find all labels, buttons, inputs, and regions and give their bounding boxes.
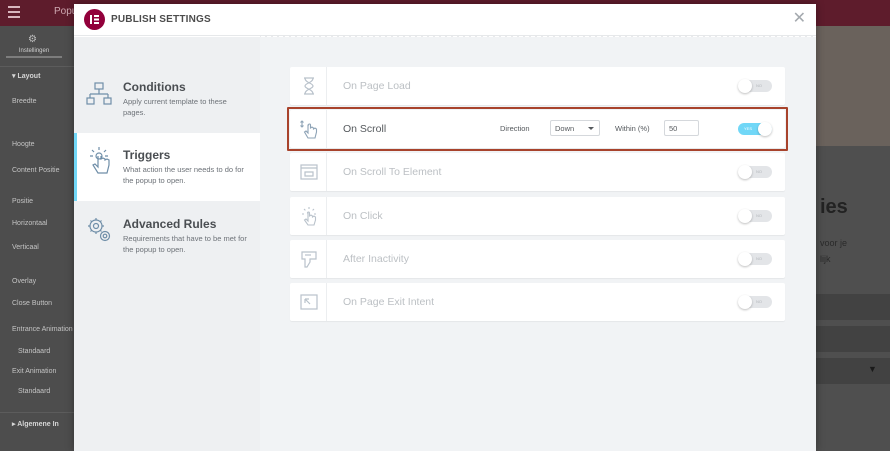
settings-tab[interactable]: Instellingen bbox=[6, 32, 62, 58]
trigger-row-on-scroll-to-element: On Scroll To Element NO bbox=[290, 153, 785, 191]
triggers-panel: On Page Load NO On Scroll Direction Down… bbox=[260, 37, 816, 451]
within-percent-input[interactable]: 50 bbox=[664, 120, 699, 136]
close-icon[interactable]: ✕ bbox=[793, 10, 806, 28]
toggle-state: NO bbox=[756, 299, 762, 304]
toggle-knob bbox=[738, 295, 752, 309]
panel-section-layout-label: Layout bbox=[17, 73, 41, 80]
publish-settings-modal: PUBLISH SETTINGS ✕ Conditions Apply curr… bbox=[74, 4, 816, 451]
trigger-icon-cell bbox=[290, 153, 327, 191]
trigger-label: On Scroll To Element bbox=[343, 166, 442, 178]
trigger-icon-cell bbox=[290, 67, 327, 105]
trigger-row-on-page-load: On Page Load NO bbox=[290, 67, 785, 105]
trigger-label: On Page Load bbox=[343, 80, 411, 92]
direction-select-value: Down bbox=[555, 124, 575, 133]
trigger-icon-cell bbox=[290, 240, 327, 278]
trigger-label: On Scroll bbox=[343, 123, 387, 135]
toggle-state: NO bbox=[756, 169, 762, 174]
preview-form-field bbox=[816, 326, 890, 352]
panel-row: Standaard bbox=[18, 388, 51, 395]
toggle-state: NO bbox=[756, 256, 762, 261]
trigger-row-after-inactivity: After Inactivity NO bbox=[290, 240, 785, 278]
panel-section-general[interactable]: ▸ Algemene In bbox=[12, 420, 59, 428]
trigger-toggle[interactable]: NO bbox=[738, 165, 772, 179]
trigger-icon-cell bbox=[290, 110, 327, 148]
trigger-toggle[interactable]: NO bbox=[738, 79, 772, 93]
preview-text: lijk bbox=[820, 254, 831, 264]
preview-text: voor je bbox=[820, 238, 848, 248]
sitemap-icon bbox=[86, 82, 112, 105]
panel-row: Verticaal bbox=[12, 244, 39, 251]
toggle-knob bbox=[738, 165, 752, 179]
panel-row: Standaard bbox=[18, 348, 51, 355]
panel-divider bbox=[0, 66, 74, 67]
editor-settings-panel: Instellingen ▾ Layout Breedte Hoogte Con… bbox=[0, 26, 74, 451]
nav-item-description: Requirements that have to be met for the… bbox=[123, 234, 247, 254]
panel-row: Exit Animation bbox=[12, 368, 57, 375]
chevron-down-icon bbox=[588, 127, 594, 130]
trigger-toggle[interactable]: YES bbox=[738, 122, 772, 136]
modal-header: PUBLISH SETTINGS ✕ bbox=[74, 4, 816, 36]
hamburger-menu-icon[interactable] bbox=[8, 6, 20, 18]
direction-select[interactable]: Down bbox=[550, 120, 600, 136]
nav-item-triggers[interactable]: Triggers What action the user needs to d… bbox=[74, 133, 260, 201]
toggle-knob bbox=[738, 252, 752, 266]
panel-row: Entrance Animation bbox=[12, 326, 73, 333]
inactivity-icon bbox=[301, 251, 317, 268]
toggle-state: NO bbox=[756, 83, 762, 88]
window-element-icon bbox=[300, 164, 318, 180]
trigger-row-on-page-exit-intent: On Page Exit Intent NO bbox=[290, 283, 785, 321]
panel-row: Hoogte bbox=[12, 141, 35, 148]
hourglass-icon bbox=[304, 77, 314, 95]
direction-label: Direction bbox=[500, 124, 530, 133]
nav-item-description: Apply current template to these pages. bbox=[123, 97, 227, 117]
gears-icon bbox=[88, 218, 111, 242]
chevron-down-icon: ▼ bbox=[868, 364, 877, 374]
toggle-knob bbox=[758, 122, 772, 136]
preview-form-field bbox=[816, 358, 890, 384]
preview-image bbox=[816, 26, 890, 146]
panel-row: Overlay bbox=[12, 278, 37, 285]
toggle-knob bbox=[738, 209, 752, 223]
exit-intent-icon bbox=[300, 294, 318, 310]
page-preview: ies voor je lijk ▼ bbox=[816, 26, 890, 451]
nav-item-description: What action the user needs to do for the… bbox=[123, 165, 244, 185]
elementor-logo-icon bbox=[84, 9, 105, 30]
trigger-toggle[interactable]: NO bbox=[738, 252, 772, 266]
panel-divider bbox=[0, 412, 74, 413]
trigger-label: After Inactivity bbox=[343, 253, 409, 265]
click-hand-icon bbox=[302, 207, 317, 226]
nav-item-conditions[interactable]: Conditions Apply current template to the… bbox=[74, 65, 260, 133]
preview-form-field bbox=[816, 294, 890, 320]
scroll-hand-icon bbox=[300, 120, 318, 139]
trigger-toggle[interactable]: NO bbox=[738, 295, 772, 309]
panel-row: Close Button bbox=[12, 300, 53, 307]
panel-row: Breedte bbox=[12, 98, 37, 105]
nav-item-title: Advanced Rules bbox=[123, 217, 217, 231]
within-label: Within (%) bbox=[615, 124, 650, 133]
toggle-state: YES bbox=[744, 126, 753, 131]
trigger-row-on-scroll: On Scroll Direction Down Within (%) 50 Y… bbox=[287, 107, 788, 151]
trigger-label: On Click bbox=[343, 210, 383, 222]
settings-nav: Conditions Apply current template to the… bbox=[74, 37, 260, 451]
modal-title: PUBLISH SETTINGS bbox=[111, 14, 211, 25]
panel-row: Horizontaal bbox=[12, 220, 48, 227]
panel-section-layout[interactable]: ▾ Layout bbox=[12, 72, 40, 80]
trigger-toggle[interactable]: NO bbox=[738, 209, 772, 223]
tap-hand-icon bbox=[90, 147, 110, 174]
nav-item-title: Triggers bbox=[123, 148, 171, 162]
panel-section-general-label: Algemene In bbox=[17, 421, 59, 428]
trigger-icon-cell bbox=[290, 283, 327, 321]
toggle-knob bbox=[738, 79, 752, 93]
trigger-label: On Page Exit Intent bbox=[343, 296, 435, 308]
panel-row: Content Positie bbox=[12, 167, 60, 174]
nav-item-advanced-rules[interactable]: Advanced Rules Requirements that have to… bbox=[74, 202, 260, 270]
trigger-icon-cell bbox=[290, 197, 327, 235]
panel-row: Positie bbox=[12, 198, 34, 205]
trigger-row-on-click: On Click NO bbox=[290, 197, 785, 235]
nav-item-title: Conditions bbox=[123, 80, 186, 94]
preview-heading: ies bbox=[820, 196, 848, 218]
toggle-state: NO bbox=[756, 213, 762, 218]
